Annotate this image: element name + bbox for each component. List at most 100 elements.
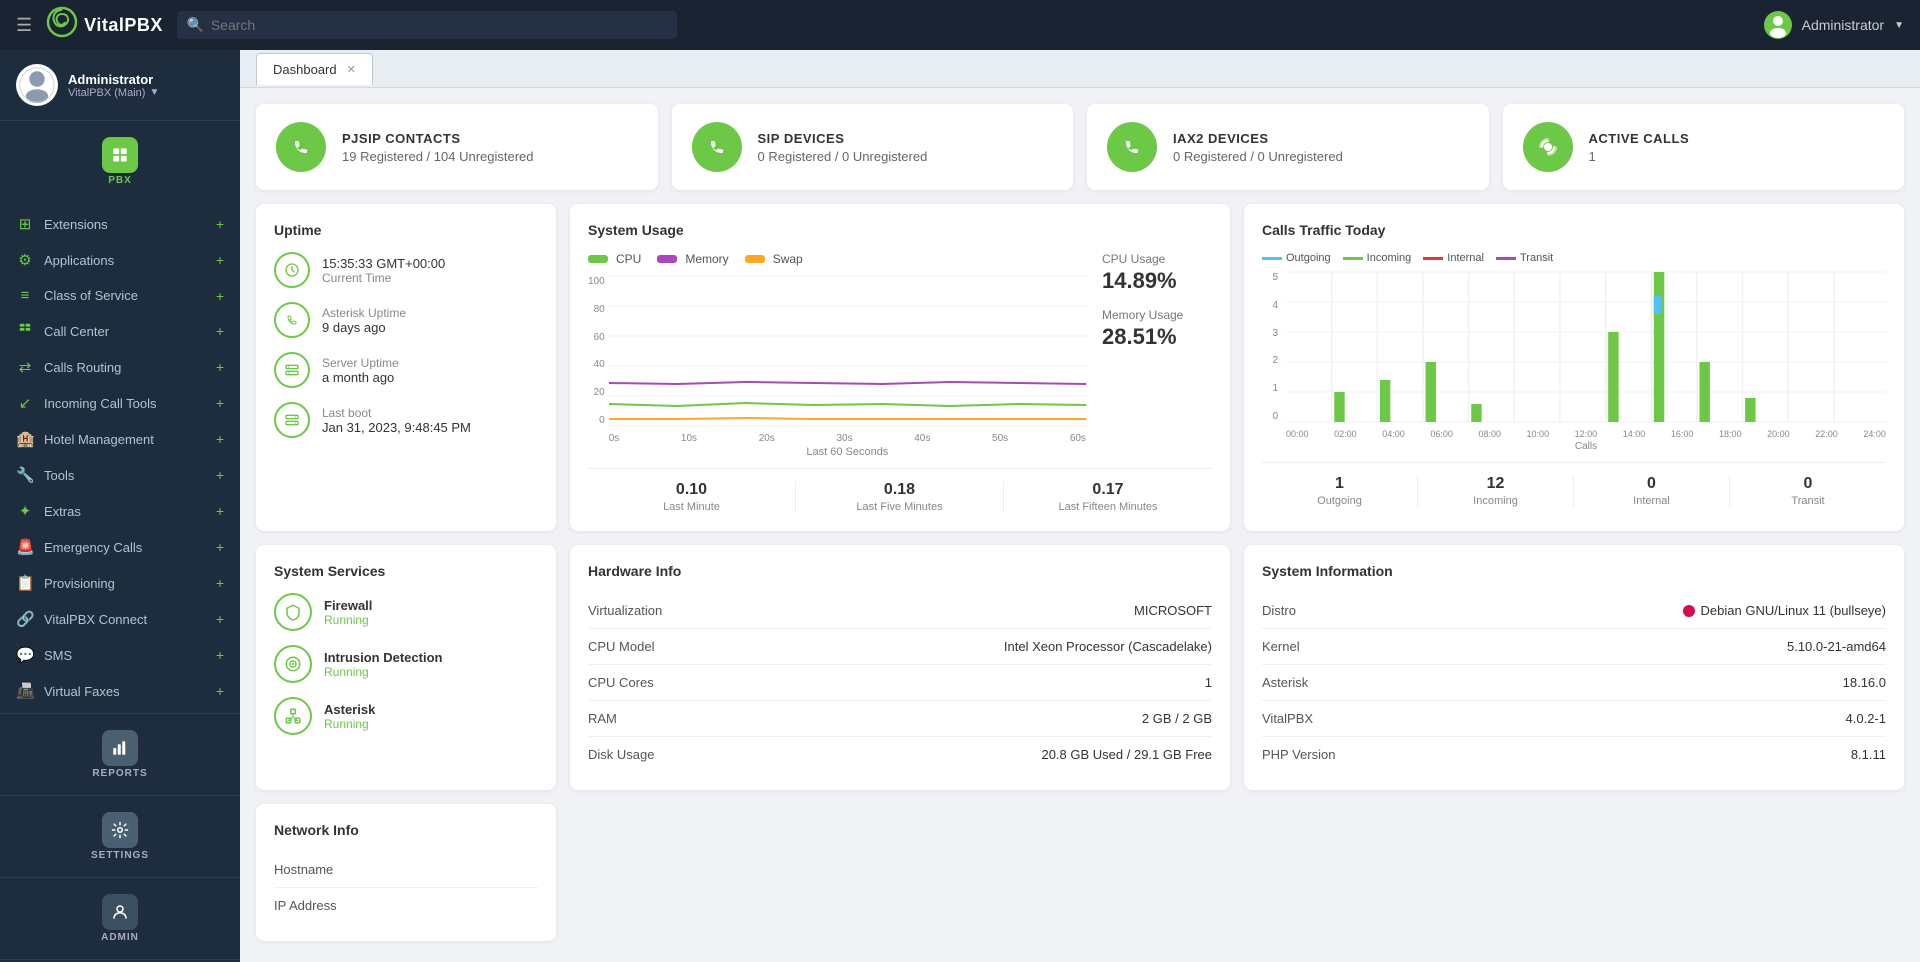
sidebar-item-incoming-call-tools[interactable]: ↙ Incoming Call Tools + — [0, 385, 240, 421]
ict-expand-icon[interactable]: + — [216, 395, 224, 411]
tab-close-icon[interactable]: ✕ — [347, 63, 356, 76]
main-wrap: Administrator VitalPBX (Main) ▼ — [0, 50, 1920, 962]
intrusion-info: Intrusion Detection Running — [324, 650, 442, 679]
y-axis-labels: 100806040200 — [588, 276, 609, 446]
reports-label: REPORTS — [92, 768, 147, 779]
pjsip-title: PJSIP CONTACTS — [342, 131, 534, 146]
tab-dashboard-label: Dashboard — [273, 62, 337, 77]
vf-expand-icon[interactable]: + — [216, 683, 224, 699]
ec-expand-icon[interactable]: + — [216, 539, 224, 555]
hardware-info-title: Hardware Info — [588, 563, 1212, 579]
avatar — [1764, 11, 1792, 39]
hw-cpu-cores: CPU Cores 1 — [588, 665, 1212, 701]
reports-nav-btn[interactable]: REPORTS — [92, 722, 147, 787]
internal-count: 0 — [1574, 475, 1729, 493]
provisioning-icon: 📋 — [16, 574, 34, 592]
stat-card-iax2: IAX2 DEVICES 0 Registered / 0 Unregister… — [1087, 104, 1489, 190]
si-php-label: PHP Version — [1262, 747, 1335, 762]
traffic-counts: 1 Outgoing 12 Incoming 0 Internal 0 — [1262, 462, 1886, 507]
top-navigation: ☰ VitalPBX 🔍 Administrator ▼ — [0, 0, 1920, 50]
sidebar-item-applications[interactable]: ⚙ Applications + — [0, 242, 240, 278]
server-uptime-label: Server Uptime — [322, 356, 399, 370]
si-rows: Distro Debian GNU/Linux 11 (bullseye) Ke… — [1262, 593, 1886, 772]
cpu-legend-label: CPU — [616, 252, 641, 266]
applications-icon: ⚙ — [16, 251, 34, 269]
provisioning-label: Provisioning — [44, 576, 115, 591]
profile-section: Administrator VitalPBX (Main) ▼ — [0, 50, 240, 121]
incoming-legend-dot — [1343, 257, 1363, 260]
tools-expand-icon[interactable]: + — [216, 467, 224, 483]
sidebar-item-vitalpbx-connect[interactable]: 🔗 VitalPBX Connect + — [0, 601, 240, 637]
reports-icon — [102, 730, 138, 766]
traffic-y-labels: 543210 — [1262, 272, 1282, 442]
chevron-down-icon: ▼ — [149, 87, 159, 98]
x-axis-labels: 0s10s20s30s40s50s60s — [609, 433, 1086, 444]
hotel-management-label: Hotel Management — [44, 432, 154, 447]
cos-expand-icon[interactable]: + — [216, 288, 224, 304]
logo-text: VitalPBX — [84, 15, 163, 36]
tab-dashboard[interactable]: Dashboard ✕ — [256, 53, 373, 85]
calls-traffic-title: Calls Traffic Today — [1262, 222, 1886, 238]
hm-expand-icon[interactable]: + — [216, 431, 224, 447]
server-uptime-item: Server Uptime a month ago — [274, 352, 538, 388]
profile-org[interactable]: VitalPBX (Main) ▼ — [68, 87, 224, 99]
load-fifteen-value: 0.17 — [1004, 481, 1212, 499]
nav-group-admin: ADMIN — [0, 878, 240, 960]
sidebar-item-provisioning[interactable]: 📋 Provisioning + — [0, 565, 240, 601]
extensions-expand-icon[interactable]: + — [216, 216, 224, 232]
sms-label: SMS — [44, 648, 72, 663]
sidebar-item-virtual-faxes[interactable]: 📠 Virtual Faxes + — [0, 673, 240, 709]
call-center-icon — [16, 322, 34, 340]
active-calls-value: 1 — [1589, 149, 1690, 164]
incoming-call-tools-label: Incoming Call Tools — [44, 396, 156, 411]
traffic-outgoing: 1 Outgoing — [1262, 475, 1418, 507]
internal-label: Internal — [1574, 495, 1729, 507]
internal-legend-dot — [1423, 257, 1443, 260]
profile-info: Administrator VitalPBX (Main) ▼ — [68, 72, 224, 99]
pbx-nav-btn[interactable]: PBX — [102, 129, 138, 194]
applications-expand-icon[interactable]: + — [216, 252, 224, 268]
settings-nav-btn[interactable]: SETTINGS — [91, 804, 149, 869]
sidebar-item-extras[interactable]: ✦ Extras + — [0, 493, 240, 529]
reports-header: REPORTS — [0, 714, 240, 795]
pjsip-icon — [276, 122, 326, 172]
sms-expand-icon[interactable]: + — [216, 647, 224, 663]
sidebar-item-emergency-calls[interactable]: 🚨 Emergency Calls + — [0, 529, 240, 565]
sidebar-item-tools[interactable]: 🔧 Tools + — [0, 457, 240, 493]
sidebar-item-call-center[interactable]: Call Center + — [0, 313, 240, 349]
load-fifteen-label: Last Fifteen Minutes — [1004, 501, 1212, 513]
topnav-right[interactable]: Administrator ▼ — [1764, 11, 1904, 39]
hostname-label: Hostname — [274, 862, 333, 877]
si-distro: Distro Debian GNU/Linux 11 (bullseye) — [1262, 593, 1886, 629]
extras-expand-icon[interactable]: + — [216, 503, 224, 519]
chevron-down-icon: ▼ — [1894, 20, 1904, 31]
firewall-status: Running — [324, 613, 372, 627]
topnav-left: ☰ VitalPBX 🔍 — [16, 6, 677, 45]
asterisk-service: Asterisk Running — [274, 697, 538, 735]
sidebar-item-sms[interactable]: 💬 SMS + — [0, 637, 240, 673]
sidebar-item-hotel-management[interactable]: 🏨 Hotel Management + — [0, 421, 240, 457]
cc-expand-icon[interactable]: + — [216, 323, 224, 339]
si-php-value: 8.1.11 — [1851, 747, 1886, 762]
admin-nav-btn[interactable]: ADMIN — [101, 886, 139, 951]
vpc-expand-icon[interactable]: + — [216, 611, 224, 627]
sidebar-item-calls-routing[interactable]: ⇄ Calls Routing + — [0, 349, 240, 385]
intrusion-status: Running — [324, 665, 442, 679]
sidebar-item-extensions[interactable]: ⊞ Extensions + — [0, 206, 240, 242]
iax2-title: IAX2 DEVICES — [1173, 131, 1343, 146]
search-input[interactable] — [177, 11, 677, 39]
cr-expand-icon[interactable]: + — [216, 359, 224, 375]
prov-expand-icon[interactable]: + — [216, 575, 224, 591]
phone-icon — [274, 302, 310, 338]
hamburger-menu-icon[interactable]: ☰ — [16, 15, 32, 36]
incoming-call-tools-icon: ↙ — [16, 394, 34, 412]
si-kernel: Kernel 5.10.0-21-amd64 — [1262, 629, 1886, 665]
chart-legend: CPU Memory Swap — [588, 252, 1086, 266]
load-five-label: Last Five Minutes — [796, 501, 1003, 513]
sidebar-item-class-of-service[interactable]: ≡ Class of Service + — [0, 278, 240, 313]
active-calls-icon — [1523, 122, 1573, 172]
settings-header: SETTINGS — [0, 796, 240, 877]
iax2-icon — [1107, 122, 1157, 172]
network-info-card: Network Info Hostname IP Address — [256, 804, 556, 941]
pbx-icon — [102, 137, 138, 173]
